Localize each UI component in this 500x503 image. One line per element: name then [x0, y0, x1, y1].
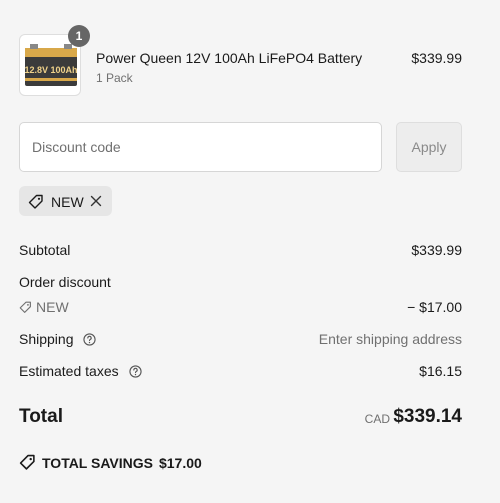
- product-variant: 1 Pack: [96, 71, 133, 85]
- shipping-label: Shipping: [19, 331, 74, 347]
- subtotal-value: $339.99: [411, 242, 462, 258]
- quantity-badge: 1: [68, 25, 90, 47]
- apply-button[interactable]: Apply: [396, 122, 462, 172]
- total-savings: TOTAL SAVINGS $17.00: [19, 454, 202, 471]
- total-value: $339.14: [393, 406, 462, 427]
- total-label: Total: [19, 406, 63, 427]
- shipping-value: Enter shipping address: [318, 331, 462, 347]
- discount-code-input[interactable]: [19, 122, 382, 172]
- remove-discount-icon[interactable]: [90, 195, 102, 207]
- tag-icon: [19, 301, 31, 313]
- taxes-label: Estimated taxes: [19, 363, 119, 379]
- applied-code-text: NEW: [51, 194, 84, 210]
- order-discount-code-text: NEW: [36, 299, 69, 315]
- tag-icon: [28, 194, 43, 209]
- taxes-row: Estimated taxes: [19, 363, 142, 379]
- battery-product-image: 12.8V 100Ah: [24, 44, 78, 86]
- help-circle-icon[interactable]: [83, 333, 97, 346]
- currency-code: CAD: [364, 412, 390, 426]
- shipping-row: Shipping: [19, 331, 97, 347]
- savings-value: $17.00: [158, 455, 202, 471]
- savings-label: TOTAL SAVINGS: [42, 455, 153, 471]
- battery-label: 12.8V 100Ah: [24, 65, 77, 75]
- line-item: 12.8V 100Ah 1 Power Queen 12V 100Ah LiFe…: [19, 25, 462, 98]
- product-price: $339.99: [411, 50, 462, 66]
- order-discount-value: − $17.00: [407, 299, 462, 315]
- product-name: Power Queen 12V 100Ah LiFePO4 Battery: [96, 50, 363, 66]
- tag-icon: [19, 454, 35, 470]
- order-discount-code: NEW: [19, 299, 69, 315]
- subtotal-label: Subtotal: [19, 242, 71, 258]
- taxes-value: $16.15: [419, 363, 462, 379]
- applied-discount-chip: NEW: [19, 186, 112, 216]
- help-circle-icon[interactable]: [128, 365, 142, 378]
- order-discount-label: Order discount: [19, 274, 111, 290]
